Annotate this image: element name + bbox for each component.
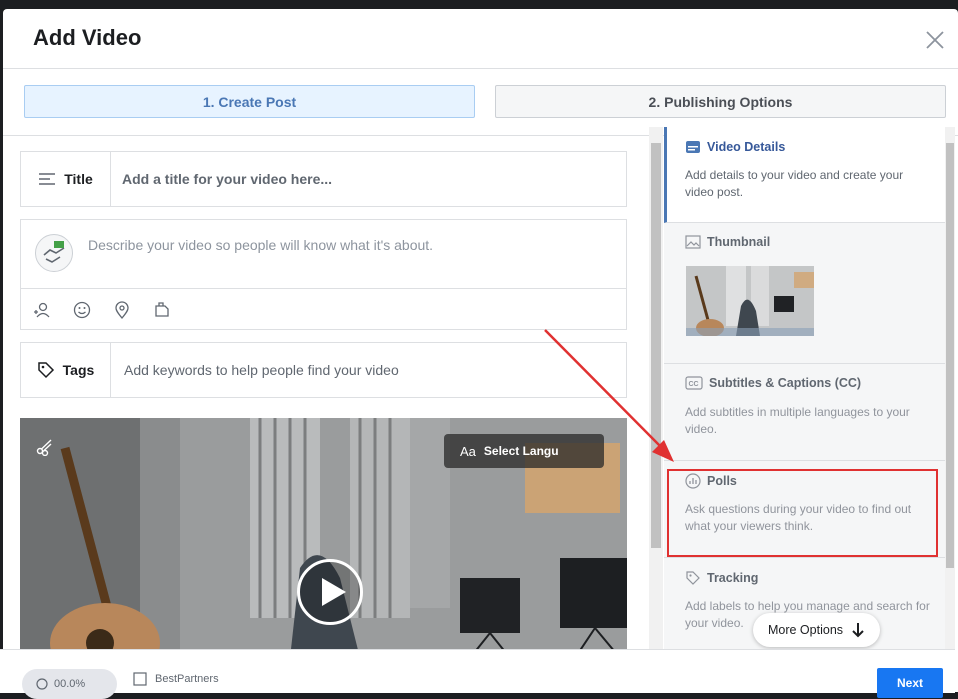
select-language-label: Select Langu xyxy=(483,444,559,458)
title-label: Title xyxy=(21,152,111,206)
play-button[interactable] xyxy=(297,559,363,625)
more-options-button[interactable]: More Options xyxy=(753,613,880,647)
video-details-title: Video Details xyxy=(707,140,786,154)
play-icon xyxy=(322,578,346,606)
scissors-icon[interactable] xyxy=(36,438,54,456)
sidebar-scrollbar[interactable] xyxy=(945,127,955,649)
title-input[interactable]: Add a title for your video here... xyxy=(122,152,332,206)
dialog-header: Add Video xyxy=(3,9,958,69)
text-lines-icon xyxy=(39,173,56,185)
video-options-sidebar: Video Details Add details to your video … xyxy=(664,127,945,649)
image-icon xyxy=(685,235,701,249)
tag-people-icon[interactable] xyxy=(33,301,51,319)
tags-input[interactable]: Add keywords to help people find your vi… xyxy=(124,343,399,397)
polls-highlight-box xyxy=(667,469,938,557)
partner-label: BestPartners xyxy=(133,672,219,686)
subtitles-title: Subtitles & Captions (CC) xyxy=(709,376,862,390)
dialog-title: Add Video xyxy=(33,25,142,50)
step-tabs: 1. Create Post 2. Publishing Options xyxy=(3,69,958,136)
tag-icon xyxy=(37,362,54,379)
more-options-label: More Options xyxy=(767,623,844,637)
sidebar-scrollbar-thumb[interactable] xyxy=(946,143,954,568)
handshake-avatar-icon xyxy=(35,234,73,272)
form-scrollbar-thumb[interactable] xyxy=(651,143,661,548)
thumbnail-heading: Thumbnail xyxy=(685,235,770,249)
subtitles-heading: CC Subtitles & Captions (CC) xyxy=(685,376,861,390)
select-language-button[interactable]: Aa Select Langu xyxy=(444,434,604,468)
video-details-icon xyxy=(686,141,700,153)
tab-publishing-options[interactable]: 2. Publishing Options xyxy=(495,85,946,118)
tags-label-text: Tags xyxy=(62,362,95,378)
sidebar-item-thumbnail[interactable]: Thumbnail xyxy=(664,223,945,364)
sidebar-item-subtitles[interactable]: CC Subtitles & Captions (CC) Add subtitl… xyxy=(664,364,945,461)
description-toolbar xyxy=(21,288,626,330)
globe-icon xyxy=(36,678,48,690)
thumbnail-title: Thumbnail xyxy=(707,235,771,249)
tags-label: Tags xyxy=(21,343,111,397)
tab-create-post[interactable]: 1. Create Post xyxy=(24,85,475,118)
location-icon[interactable] xyxy=(113,301,131,319)
partner-text: BestPartners xyxy=(155,673,219,685)
create-post-form: Title Add a title for your video here...… xyxy=(0,127,650,649)
close-icon[interactable] xyxy=(924,29,946,51)
video-details-heading: Video Details xyxy=(685,139,785,155)
sticker-icon[interactable] xyxy=(153,301,171,319)
svg-text:CC: CC xyxy=(689,381,699,388)
next-button[interactable]: Next xyxy=(877,668,943,698)
video-preview[interactable]: Aa Select Langu xyxy=(20,418,627,649)
upload-progress-pill[interactable]: 00.0% xyxy=(22,669,117,699)
arrow-down-icon xyxy=(852,623,864,638)
description-field[interactable]: Describe your video so people will know … xyxy=(20,219,627,330)
title-label-text: Title xyxy=(64,171,93,187)
tracking-title: Tracking xyxy=(707,571,759,585)
cc-icon: CC xyxy=(685,376,703,390)
title-field[interactable]: Title Add a title for your video here... xyxy=(20,151,627,207)
sidebar-item-video-details[interactable]: Video Details Add details to your video … xyxy=(664,127,945,223)
emoji-icon[interactable] xyxy=(73,301,91,319)
form-scrollbar[interactable] xyxy=(649,127,663,649)
thumbnail-preview[interactable] xyxy=(686,266,814,336)
tracking-heading: Tracking xyxy=(685,570,758,586)
dialog-footer: 00.0% BestPartners Next xyxy=(0,649,955,699)
subtitles-desc: Add subtitles in multiple languages to y… xyxy=(685,405,910,436)
tag-icon xyxy=(686,571,700,585)
description-input[interactable]: Describe your video so people will know … xyxy=(88,237,433,253)
upload-progress-text: 00.0% xyxy=(54,678,86,690)
font-aa-icon: Aa xyxy=(460,443,476,459)
video-details-desc: Add details to your video and create you… xyxy=(685,168,904,199)
partner-icon xyxy=(133,672,147,686)
tags-field[interactable]: Tags Add keywords to help people find yo… xyxy=(20,342,627,398)
